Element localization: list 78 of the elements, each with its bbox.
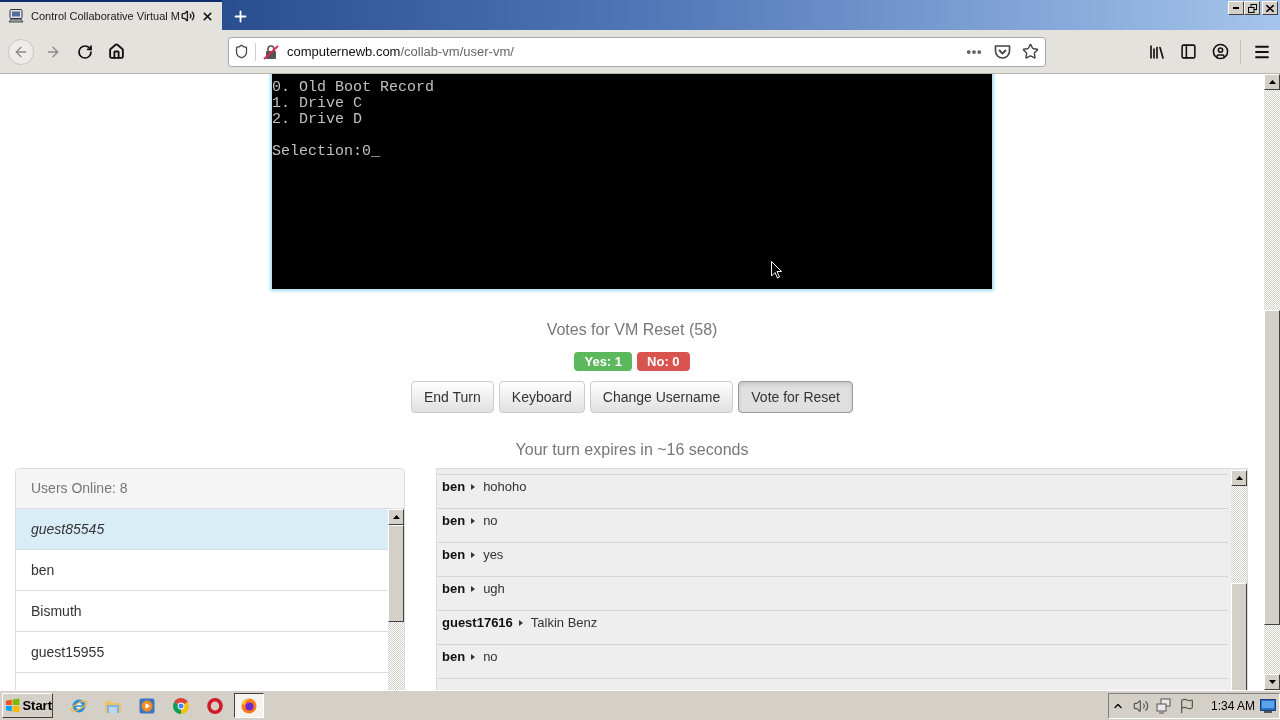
console-line: 0. Old Boot Record bbox=[272, 80, 435, 96]
triangle-icon bbox=[471, 518, 476, 524]
close-icon[interactable] bbox=[201, 9, 214, 23]
chevron-shield-icon[interactable] bbox=[994, 43, 1011, 60]
laptop-icon bbox=[8, 8, 24, 24]
change-username-button[interactable]: Change Username bbox=[589, 381, 734, 413]
star-icon[interactable] bbox=[1022, 43, 1039, 60]
wheel-icon bbox=[173, 697, 189, 714]
url-text[interactable]: computernewb.com/collab-vm/user-vm/ bbox=[287, 41, 514, 62]
clock[interactable]: 1:34 AM bbox=[1211, 696, 1256, 715]
play-icon bbox=[139, 697, 155, 714]
scroll-down-button[interactable] bbox=[1264, 674, 1280, 690]
chat-message: no bbox=[483, 513, 498, 529]
triangle-icon bbox=[518, 620, 523, 626]
triangle-icon bbox=[471, 586, 476, 592]
chat-username[interactable]: ben bbox=[442, 547, 466, 563]
sidebar-icon[interactable] bbox=[1180, 43, 1197, 60]
ring-icon bbox=[207, 697, 223, 714]
triangle-down-icon bbox=[1268, 680, 1276, 684]
orb-icon bbox=[241, 697, 257, 714]
triangle-up-icon bbox=[1268, 80, 1276, 84]
lock-slash-icon[interactable] bbox=[263, 43, 279, 60]
mouse-pointer-icon bbox=[771, 261, 782, 279]
taskbar-button[interactable] bbox=[234, 693, 264, 718]
vote-title: Votes for VM Reset (58) bbox=[546, 320, 718, 340]
triangle-icon bbox=[471, 654, 476, 660]
triangle-up-icon bbox=[1235, 476, 1243, 480]
vm-screen[interactable]: 0. Old Boot Record 1. Drive C 2. Drive D Selection:0_ bbox=[272, 74, 992, 289]
start-button[interactable]: Start bbox=[2, 693, 53, 718]
console-line: 1. Drive C bbox=[272, 96, 362, 112]
triangle-icon bbox=[471, 484, 476, 490]
chat-username[interactable]: ben bbox=[442, 513, 466, 529]
vote-reset-button[interactable]: Vote for Reset bbox=[738, 381, 853, 413]
minimize-button[interactable] bbox=[1228, 1, 1244, 15]
chat-message: ugh bbox=[483, 581, 505, 597]
home-icon[interactable] bbox=[108, 43, 125, 60]
console-line: 2. Drive D bbox=[272, 112, 362, 128]
scroll-up-button[interactable] bbox=[1264, 74, 1280, 90]
new-tab-icon[interactable] bbox=[232, 8, 249, 25]
user-list-item[interactable]: guest85545 bbox=[16, 509, 388, 550]
network-icon[interactable] bbox=[1156, 697, 1172, 714]
chat-username[interactable]: guest17616 bbox=[442, 615, 513, 631]
scroll-up-button[interactable] bbox=[1231, 470, 1247, 486]
vote-count-badge: No: 0 bbox=[637, 352, 690, 371]
reload-icon[interactable] bbox=[77, 43, 93, 60]
minimize-icon bbox=[1233, 7, 1239, 9]
keyboard-button[interactable]: Keyboard bbox=[498, 381, 585, 413]
turn-timer: Your turn expires in ~16 seconds bbox=[515, 440, 749, 460]
end-turn-button[interactable]: End Turn bbox=[411, 381, 494, 413]
account-icon[interactable] bbox=[1212, 43, 1229, 60]
speaker-icon[interactable] bbox=[181, 9, 195, 23]
tab-title: Control Collaborative Virtual M bbox=[31, 8, 181, 24]
library-icon[interactable] bbox=[1148, 42, 1166, 61]
flag-icon[interactable] bbox=[1179, 697, 1195, 714]
chat-username[interactable]: ben bbox=[442, 649, 466, 665]
scroll-thumb[interactable] bbox=[388, 525, 404, 622]
chat-message: hohoho bbox=[483, 479, 527, 495]
triangle-up-icon bbox=[392, 515, 400, 519]
chat-username[interactable]: ben bbox=[442, 479, 466, 495]
close-button[interactable] bbox=[1262, 1, 1278, 15]
triangle-icon bbox=[471, 552, 476, 558]
chat-message: Talkin Benz bbox=[530, 615, 598, 631]
chat-message: yes bbox=[483, 547, 504, 563]
address-field[interactable]: computernewb.com/collab-vm/user-vm/ bbox=[228, 36, 1046, 67]
scroll-up-button[interactable] bbox=[388, 509, 404, 525]
console-prompt: Selection:0_ bbox=[272, 144, 381, 160]
users-header: Users Online: 8 bbox=[16, 469, 404, 509]
scroll-thumb[interactable] bbox=[1264, 310, 1280, 625]
shield-icon[interactable] bbox=[234, 44, 249, 59]
windows-logo-icon bbox=[5, 698, 21, 713]
monitor-icon[interactable] bbox=[1260, 698, 1276, 713]
close-icon bbox=[1266, 4, 1274, 12]
chat-username[interactable]: ben bbox=[442, 581, 466, 597]
chat-message: no bbox=[483, 649, 498, 665]
browser-tab[interactable]: Control Collaborative Virtual M bbox=[0, 0, 222, 30]
restore-icon bbox=[1247, 3, 1257, 13]
vote-count-badge: Yes: 1 bbox=[574, 352, 633, 371]
restore-button[interactable] bbox=[1244, 1, 1260, 15]
